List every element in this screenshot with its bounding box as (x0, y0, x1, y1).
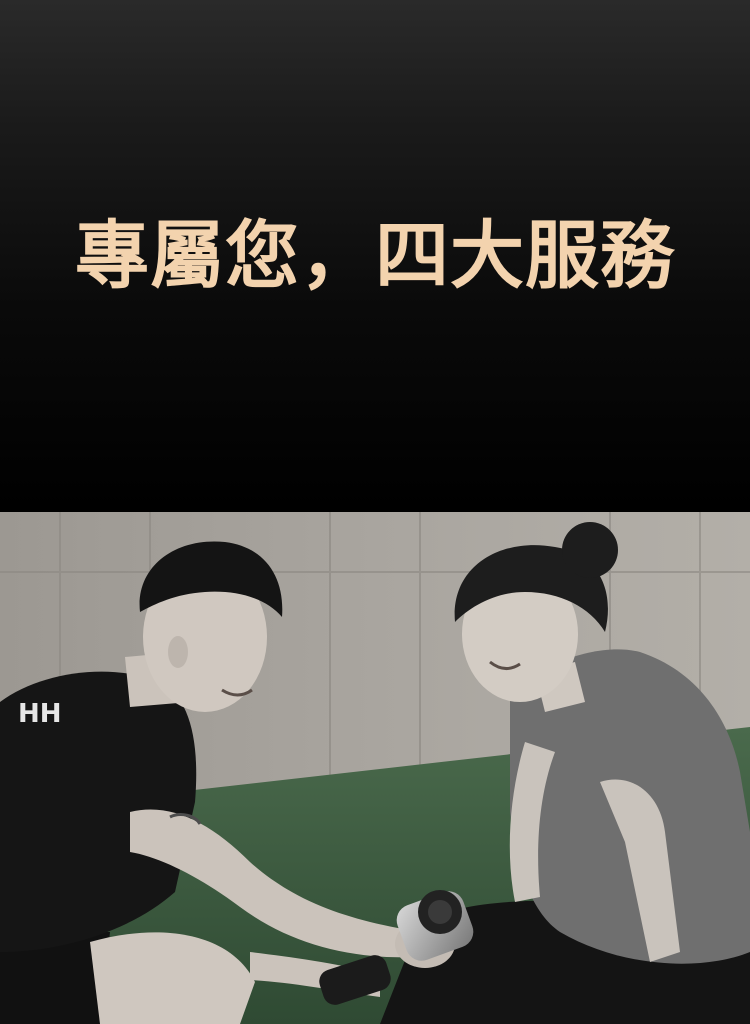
shirt-logo-icon: HH (18, 699, 62, 729)
hero-photo: HH (0, 512, 750, 1024)
hero-banner: 專屬您，四大服務 (0, 0, 750, 512)
page-title: 專屬您，四大服務 (75, 213, 675, 299)
